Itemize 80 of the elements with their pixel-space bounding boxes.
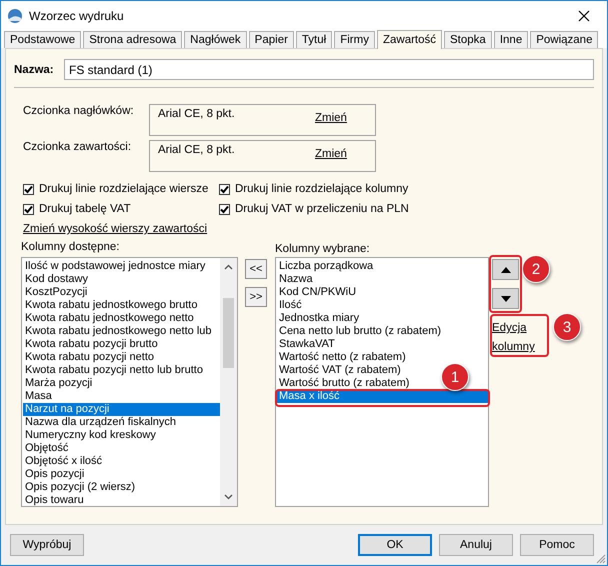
checkbox-box[interactable] (219, 184, 230, 194)
font-label: Czcionka nagłówków: (22, 104, 135, 119)
list-item[interactable]: Wartość netto (z rabatem) (277, 351, 408, 364)
change-font-link[interactable]: Zmień (315, 148, 347, 160)
list-item[interactable]: Numeryczny kod kreskowy (23, 429, 158, 442)
dialog-button[interactable]: Pomoc (520, 534, 594, 556)
app-logo-icon (7, 8, 23, 24)
dialog-button[interactable]: OK (358, 534, 432, 556)
up-triangle-icon (500, 266, 510, 272)
tab[interactable]: Strona adresowa (83, 31, 182, 48)
tab[interactable]: Podstawowe (4, 31, 82, 48)
list-label: Kolumny wybrane: (275, 243, 371, 255)
list-item[interactable]: Objętość (23, 442, 70, 455)
list-label: Kolumny dostępne: (21, 241, 120, 255)
tab[interactable]: Nagłówek (184, 31, 247, 48)
scroll-down-icon[interactable] (224, 494, 233, 500)
list-item[interactable]: Wartość brutto (z rabatem) (277, 377, 412, 390)
list-item[interactable]: Kwota rabatu jednostkowego brutto (23, 299, 200, 312)
checkbox[interactable]: Drukuj linie rozdzielające kolumny (219, 183, 594, 195)
checkbox-box[interactable] (219, 204, 230, 214)
font-label: Czcionka zawartości: (22, 140, 132, 155)
scroll-up-icon[interactable] (224, 264, 233, 270)
edit-columns-link[interactable]: Edycja kolumny (492, 319, 542, 357)
list-item[interactable]: Kwota rabatu pozycji netto lub brutto (23, 364, 205, 377)
move-up-button[interactable] (492, 259, 519, 280)
list-item[interactable]: Wartość VAT (z rabatem) (277, 364, 403, 377)
list-item[interactable]: Kwota rabatu jednostkowego netto (23, 312, 196, 325)
list-item[interactable]: Kod CN/PKWiU (277, 286, 358, 299)
font-value: Arial CE, 8 pkt. (158, 144, 235, 158)
move-button[interactable]: >> (245, 287, 267, 307)
list-item[interactable]: Nazwa dla urządzeń fiskalnych (23, 416, 178, 429)
list-item[interactable]: Ilość w podstawowej jednostce miary (23, 260, 208, 273)
checkbox-label: Drukuj VAT w przeliczeniu na PLN (235, 203, 409, 215)
dialog-button[interactable]: Anuluj (439, 534, 513, 556)
dialog-button[interactable]: Wypróbuj (10, 534, 84, 556)
tab[interactable]: Papier (248, 31, 294, 48)
change-font-link[interactable]: Zmień (315, 112, 347, 124)
name-label: Nazwa: (14, 64, 55, 76)
checkbox[interactable]: Drukuj tabelę VAT (23, 203, 219, 215)
down-triangle-icon (500, 296, 510, 302)
list-item[interactable]: Opis pozycji (23, 468, 86, 481)
list-item[interactable]: Jednostka miary (277, 312, 362, 325)
checkbox-box[interactable] (23, 204, 34, 214)
checkbox-label: Drukuj linie rozdzielające kolumny (235, 183, 408, 195)
tab[interactable]: Zawartość (376, 30, 442, 49)
list-item[interactable]: Nazwa (277, 273, 315, 286)
row-height-link[interactable]: Zmień wysokość wierszy zawartości (23, 223, 208, 235)
list-item[interactable]: StawkaVAT (277, 338, 337, 351)
list-item[interactable]: Opis towaru (23, 494, 86, 506)
list-item[interactable]: Kwota rabatu pozycji brutto (23, 338, 160, 351)
resize-grip-icon[interactable] (596, 554, 606, 564)
list-item[interactable]: Opis pozycji (2 wiersz) (23, 481, 138, 494)
tab[interactable]: Stopka (444, 31, 492, 48)
list-item[interactable]: Ilość (277, 299, 304, 312)
list-item[interactable]: Kod dostawy (23, 273, 90, 286)
list-item[interactable]: Kwota rabatu pozycji netto (23, 351, 156, 364)
list-item[interactable]: Cena netto lub brutto (z rabatem) (277, 325, 444, 338)
tab[interactable]: Powiązane (530, 31, 598, 48)
tab[interactable]: Firmy (334, 31, 375, 48)
font-value: Arial CE, 8 pkt. (158, 108, 235, 122)
move-down-button[interactable] (492, 288, 519, 309)
scrollbar[interactable] (220, 258, 237, 506)
move-button[interactable]: << (245, 259, 267, 279)
list-item[interactable]: Masa (23, 390, 54, 403)
close-icon[interactable] (578, 10, 590, 22)
scrollbar-thumb[interactable] (223, 298, 234, 368)
tab[interactable]: Tytuł (296, 31, 332, 48)
tab[interactable]: Inne (494, 31, 528, 48)
checkbox[interactable]: Drukuj VAT w przeliczeniu na PLN (219, 203, 594, 215)
checkbox-box[interactable] (23, 184, 34, 194)
list-item[interactable]: Liczba porządkowa (277, 260, 376, 273)
list-item[interactable]: Kwota rabatu jednostkowego netto lub (23, 325, 214, 338)
list-item[interactable]: Masa x ilość (277, 390, 488, 403)
checkbox-label: Drukuj tabelę VAT (39, 203, 131, 215)
list-item[interactable]: Marża pozycji (23, 377, 94, 390)
window-title: Wzorzec wydruku (29, 8, 125, 22)
name-input-field[interactable]: FS standard (1) (64, 59, 594, 80)
list-item[interactable]: Narzut na pozycji (23, 403, 220, 416)
list-item[interactable]: Objętość x ilość (23, 455, 104, 468)
list-item[interactable]: KosztPozycji (23, 286, 90, 299)
